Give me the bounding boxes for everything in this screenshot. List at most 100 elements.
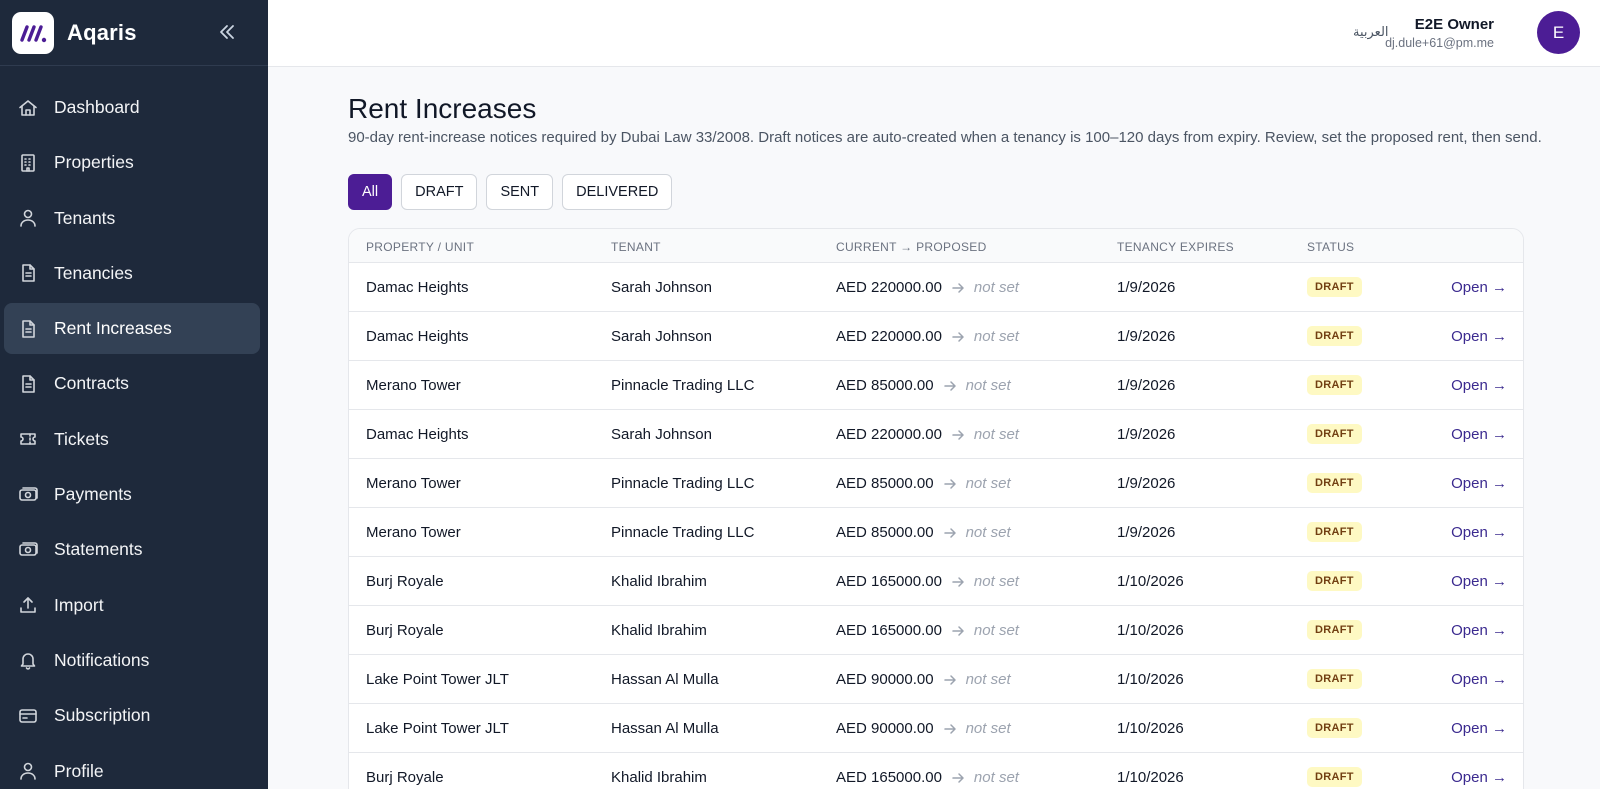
table-row[interactable]: Burj Royale Khalid Ibrahim AED 165000.00 no… [349, 606, 1523, 655]
table-row[interactable]: Damac Heights Sarah Johnson AED 220000.00 n… [349, 263, 1523, 312]
open-link[interactable]: Open → [1451, 426, 1507, 443]
sidebar-item-label: Import [54, 594, 104, 615]
building-icon [17, 152, 39, 174]
column-header-status: STATUS [1307, 240, 1355, 254]
sidebar-item-profile[interactable]: Profile [4, 746, 260, 789]
tenant-cell: Khalid Ibrahim [611, 573, 707, 590]
sidebar-item-label: Statements [54, 539, 143, 560]
open-link[interactable]: Open → [1451, 671, 1507, 688]
current-rent: AED 220000.00 [836, 279, 942, 296]
user-icon [17, 207, 39, 229]
rent-cell: AED 85000.00 not set [836, 377, 1011, 394]
open-link[interactable]: Open → [1451, 328, 1507, 345]
brand: Aqaris [0, 0, 268, 66]
filter-delivered-button[interactable]: DELIVERED [562, 174, 673, 210]
open-link[interactable]: Open → [1451, 573, 1507, 590]
table-row[interactable]: Burj Royale Khalid Ibrahim AED 165000.00 no… [349, 753, 1523, 789]
proposed-rent: not set [965, 671, 1011, 688]
column-header-expires: TENANCY EXPIRES [1117, 240, 1234, 254]
open-link[interactable]: Open → [1451, 769, 1507, 786]
document-icon [17, 262, 39, 284]
table-row[interactable]: Lake Point Tower JLT Hassan Al Mulla AED 9… [349, 704, 1523, 753]
proposed-rent: not set [965, 524, 1011, 541]
app-logo[interactable] [12, 11, 54, 54]
avatar[interactable]: E [1537, 11, 1580, 54]
arrow-right-icon [952, 429, 964, 440]
sidebar-item-import[interactable]: Import [4, 580, 260, 631]
sidebar-item-tickets[interactable]: Tickets [4, 414, 260, 465]
sidebar-item-tenancies[interactable]: Tenancies [4, 248, 260, 299]
sidebar-item-rent-increases[interactable]: Rent Increases [4, 303, 260, 355]
tenant-cell: Pinnacle Trading LLC [611, 475, 755, 492]
column-header-property: PROPERTY / UNIT [366, 240, 475, 254]
user-email: dj.dule+61@pm.me [1385, 36, 1494, 50]
arrow-right-icon [952, 331, 964, 342]
proposed-rent: not set [965, 475, 1011, 492]
sidebar-item-label: Payments [54, 484, 132, 505]
cash-icon [17, 484, 39, 506]
arrow-right-icon [943, 380, 956, 391]
column-header-rent: CURRENT → PROPOSED [836, 240, 987, 254]
sidebar-item-label: Tenancies [54, 262, 133, 283]
cash-icon [17, 539, 39, 561]
filter-sent-button[interactable]: SENT [486, 174, 554, 210]
status-badge: DRAFT [1307, 277, 1362, 297]
sidebar-item-dashboard[interactable]: Dashboard [4, 82, 260, 133]
table-row[interactable]: Merano Tower Pinnacle Trading LLC AED 8500… [349, 361, 1523, 410]
property-cell: Burj Royale [366, 622, 444, 639]
expiry-cell: 1/9/2026 [1117, 475, 1176, 492]
filter-draft-button[interactable]: DRAFT [401, 174, 478, 210]
sidebar-item-tenants[interactable]: Tenants [4, 193, 260, 244]
rent-cell: AED 220000.00 not set [836, 426, 1019, 443]
sidebar-item-payments[interactable]: Payments [4, 469, 260, 520]
rent-cell: AED 85000.00 not set [836, 524, 1011, 541]
open-link[interactable]: Open → [1451, 524, 1507, 541]
table-row[interactable]: Damac Heights Sarah Johnson AED 220000.00 n… [349, 312, 1523, 361]
status-filter-bar: All DRAFT SENT DELIVERED [348, 174, 673, 210]
sidebar-item-properties[interactable]: Properties [4, 137, 260, 188]
language-switch[interactable]: العربية [1353, 24, 1389, 40]
arrow-right-icon [952, 772, 964, 783]
home-icon [17, 97, 39, 119]
rent-cell: AED 220000.00 not set [836, 328, 1019, 345]
table-row[interactable]: Burj Royale Khalid Ibrahim AED 165000.00 no… [349, 557, 1523, 606]
property-cell: Merano Tower [366, 377, 461, 394]
open-link[interactable]: Open → [1451, 475, 1507, 492]
property-cell: Burj Royale [366, 573, 444, 590]
arrow-right-icon [952, 576, 964, 587]
sidebar-nav: Dashboard Properties Tenants Tenancies Rent … [0, 66, 268, 789]
filter-all-button[interactable]: All [348, 174, 393, 210]
arrow-right-icon [943, 674, 956, 685]
sidebar: Aqaris Dashboard Properties Tenants Tenanci… [0, 0, 268, 789]
rent-cell: AED 90000.00 not set [836, 720, 1011, 737]
open-link[interactable]: Open → [1451, 622, 1507, 639]
sidebar-item-statements[interactable]: Statements [4, 524, 260, 575]
table-row[interactable]: Merano Tower Pinnacle Trading LLC AED 8500… [349, 459, 1523, 508]
sidebar-item-contracts[interactable]: Contracts [4, 358, 260, 409]
proposed-rent: not set [973, 279, 1019, 296]
sidebar-item-label: Tenants [54, 207, 116, 228]
table-body: Damac Heights Sarah Johnson AED 220000.00 n… [349, 263, 1523, 789]
expiry-cell: 1/9/2026 [1117, 279, 1176, 296]
tenant-cell: Pinnacle Trading LLC [611, 524, 755, 541]
rent-cell: AED 85000.00 not set [836, 475, 1011, 492]
sidebar-item-label: Notifications [54, 649, 150, 670]
proposed-rent: not set [965, 720, 1011, 737]
expiry-cell: 1/10/2026 [1117, 671, 1184, 688]
collapse-sidebar-icon[interactable] [214, 19, 240, 45]
tenant-cell: Hassan Al Mulla [611, 671, 719, 688]
open-link[interactable]: Open → [1451, 279, 1507, 296]
sidebar-item-notifications[interactable]: Notifications [4, 635, 260, 686]
open-link[interactable]: Open → [1451, 377, 1507, 394]
table-row[interactable]: Merano Tower Pinnacle Trading LLC AED 8500… [349, 508, 1523, 557]
table-row[interactable]: Lake Point Tower JLT Hassan Al Mulla AED 9… [349, 655, 1523, 704]
current-rent: AED 165000.00 [836, 573, 942, 590]
tenant-cell: Pinnacle Trading LLC [611, 377, 755, 394]
current-rent: AED 165000.00 [836, 622, 942, 639]
property-cell: Merano Tower [366, 475, 461, 492]
table-row[interactable]: Damac Heights Sarah Johnson AED 220000.00 n… [349, 410, 1523, 459]
expiry-cell: 1/9/2026 [1117, 328, 1176, 345]
open-link[interactable]: Open → [1451, 720, 1507, 737]
proposed-rent: not set [973, 769, 1019, 786]
sidebar-item-subscription[interactable]: Subscription [4, 690, 260, 741]
